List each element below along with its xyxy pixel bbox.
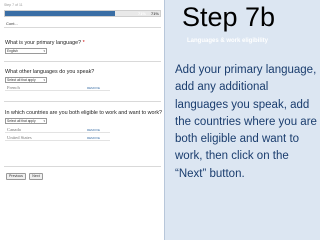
step-title: Step 7b — [182, 2, 276, 32]
instruction-panel: Step 7b Languages & work eligibility Add… — [164, 0, 320, 240]
list-item: Canada REMOVE — [5, 126, 110, 133]
progress-bar-fill — [5, 11, 116, 16]
step-subtitle: Languages & work eligibility — [187, 38, 269, 44]
progress-percent-label-right: 71% — [150, 11, 159, 16]
remove-country-link[interactable]: REMOVE — [87, 128, 100, 132]
next-button[interactable]: Next — [29, 173, 43, 180]
divider — [4, 61, 161, 62]
form-screenshot: Step 7 of 11 71% 71% Cont... What is you… — [0, 0, 163, 240]
country-name: Canada — [7, 127, 21, 132]
eligible-countries-label: In which countries are you both eligible… — [5, 110, 163, 116]
primary-language-label: What is your primary language? * — [5, 40, 85, 46]
remove-country-link[interactable]: REMOVE — [87, 136, 100, 140]
required-mark: * — [82, 40, 85, 46]
instructions-text: Add your primary language, add any addit… — [175, 64, 317, 180]
list-item: United States REMOVE — [5, 134, 110, 141]
country-name: United States — [7, 135, 32, 140]
language-name: French — [7, 85, 20, 90]
user-label: Cont... — [6, 21, 18, 26]
divider — [4, 101, 161, 102]
progress-percent-label: 71% — [137, 11, 146, 16]
divider — [4, 27, 161, 28]
remove-language-link[interactable]: REMOVE — [87, 86, 100, 90]
progress-bar: 71% 71% — [4, 10, 161, 17]
divider — [4, 166, 161, 167]
previous-button[interactable]: Previous — [6, 173, 26, 180]
list-item: French REMOVE — [5, 84, 110, 91]
other-languages-label: What other languages do you speak? — [5, 69, 95, 75]
step-counter: Step 7 of 11 — [4, 3, 23, 7]
eligible-countries-select[interactable]: Select all that apply — [5, 118, 47, 124]
primary-language-select[interactable]: English — [5, 48, 47, 54]
other-languages-select[interactable]: Select all that apply — [5, 77, 47, 83]
